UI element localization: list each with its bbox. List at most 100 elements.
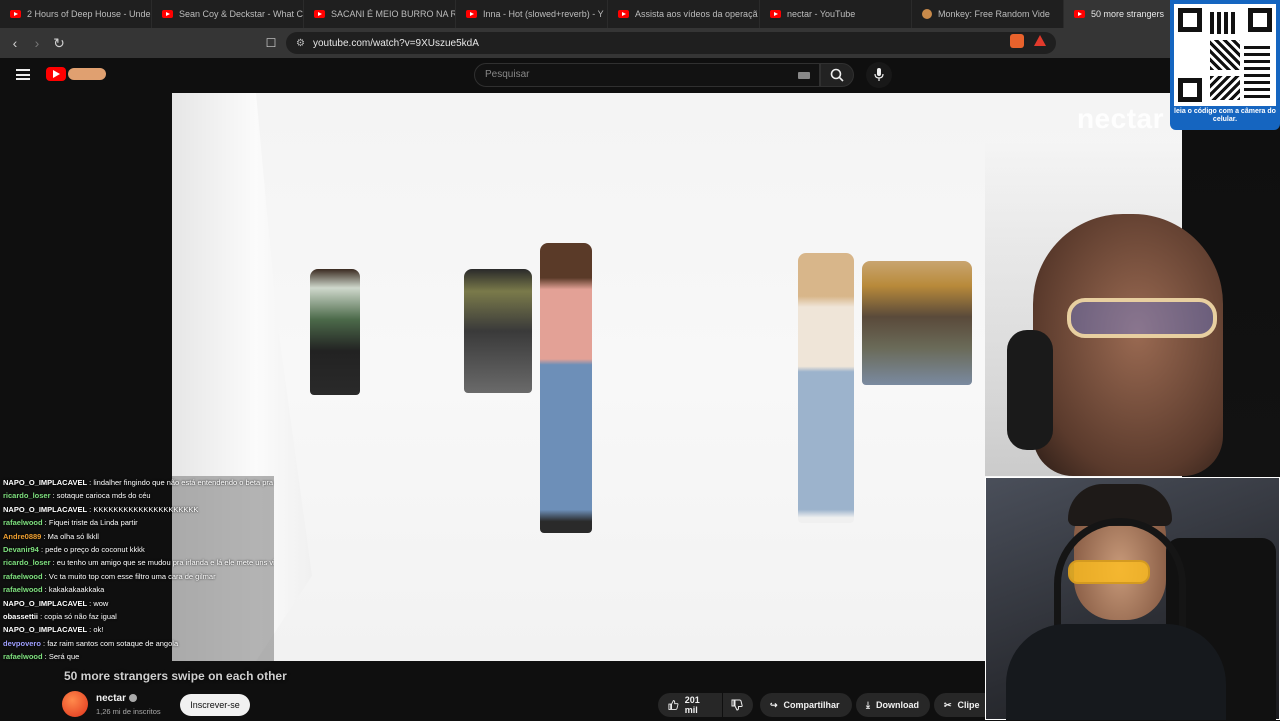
streamer-webcam-top	[985, 140, 1280, 476]
chat-message: rafaelwood : Será que	[0, 650, 274, 663]
chat-username[interactable]: NAPO_O_IMPLACAVEL	[3, 478, 87, 487]
brave-rewards-icon[interactable]	[1034, 35, 1046, 46]
chat-text: ok!	[93, 625, 104, 635]
video-subtitle: 50 more strangers swipe on each other	[64, 669, 287, 683]
chat-username[interactable]: rafaelwood	[3, 585, 43, 594]
tab-2[interactable]: Sean Coy & Deckstar - What C	[152, 0, 304, 28]
chat-username[interactable]: NAPO_O_IMPLACAVEL	[3, 505, 87, 514]
address-bar[interactable]: ⚙ youtube.com/watch?v=9XUszue5kdA	[286, 32, 1056, 54]
youtube-icon	[162, 10, 173, 18]
thumbs-up-icon	[668, 700, 679, 710]
chat-username[interactable]: ricardo_loser	[3, 491, 51, 500]
person-group-right	[862, 261, 972, 385]
like-count: 201 mil	[684, 695, 700, 715]
subscribe-button[interactable]: Inscrever-se	[180, 694, 250, 716]
tab-6[interactable]: nectar - YouTube	[760, 0, 912, 28]
video-actions-bar: nectar 1,26 mi de inscritos Inscrever-se…	[0, 688, 985, 720]
chat-overlay: NAPO_O_IMPLACAVEL : lindalher fingindo q…	[0, 476, 274, 686]
like-button[interactable]: 201 mil	[658, 693, 722, 717]
youtube-icon	[618, 10, 629, 18]
chat-text: Ma olha só lkkll	[47, 531, 99, 541]
menu-icon[interactable]	[16, 69, 30, 80]
channel-name[interactable]: nectar	[96, 693, 137, 704]
tab-3[interactable]: SACANI É MEIO BURRO NA RE	[304, 0, 456, 28]
chat-username[interactable]: Devanir94	[3, 545, 39, 554]
chat-message: obassettii : copia só não faz igual	[0, 610, 274, 623]
youtube-logo[interactable]	[46, 67, 66, 81]
qr-code-overlay[interactable]: leia o código com a câmera do celular.	[1170, 0, 1280, 130]
qr-code	[1174, 4, 1276, 106]
tab-5[interactable]: Assista aos vídeos da operaçã	[608, 0, 760, 28]
person-couple-left	[310, 269, 360, 395]
chat-message: NAPO_O_IMPLACAVEL : ok!	[0, 623, 274, 636]
tab-8-active[interactable]: 50 more strangers	[1064, 0, 1176, 28]
headset	[1007, 330, 1053, 450]
back-icon[interactable]: ‹	[4, 32, 26, 54]
verified-icon	[128, 694, 137, 703]
streamer-2-shirt	[1006, 624, 1226, 720]
chat-message: ricardo_loser : sotaque carioca mds do c…	[0, 489, 274, 502]
thumbs-down-icon	[731, 699, 743, 711]
chat-text: sotaque carioca mds do céu	[56, 491, 151, 501]
youtube-header: Pesquisar	[0, 58, 1280, 92]
chat-username[interactable]: Andre0889	[3, 532, 41, 541]
voice-search-button[interactable]	[866, 62, 892, 88]
channel-avatar[interactable]	[62, 691, 88, 717]
chat-text: kakakakaakkaka	[48, 585, 105, 595]
chat-username[interactable]: rafaelwood	[3, 572, 43, 581]
tab-7[interactable]: Monkey: Free Random Vide	[912, 0, 1064, 28]
search-button[interactable]	[820, 63, 854, 87]
video-watermark: nectar	[1076, 103, 1164, 134]
chat-username[interactable]: rafaelwood	[3, 518, 43, 527]
chat-username[interactable]: NAPO_O_IMPLACAVEL	[3, 599, 87, 608]
chat-message: rafaelwood : Fiquei triste da Linda part…	[0, 516, 274, 529]
chat-text: lindalher fingindo que não está entenden…	[93, 478, 274, 487]
bookmark-icon[interactable]: ☐	[260, 32, 282, 54]
chat-username[interactable]: devpovero	[3, 639, 41, 648]
share-button[interactable]: ↪ Compartilhar	[760, 693, 852, 717]
monkey-icon	[922, 9, 932, 19]
chat-message: Andre0889 : Ma olha só lkkll	[0, 530, 274, 543]
youtube-icon	[770, 10, 781, 18]
chat-message: NAPO_O_IMPLACAVEL : lindalher fingindo q…	[0, 476, 274, 489]
youtube-icon	[1074, 10, 1085, 18]
download-button[interactable]: ⤓ Download	[856, 693, 930, 717]
tab-1[interactable]: 2 Hours of Deep House - Unde	[0, 0, 152, 28]
streamer-webcam-bottom	[985, 477, 1280, 721]
brave-shield-icon[interactable]	[1010, 34, 1024, 48]
chat-message: rafaelwood : Vc ta muito top com esse fi…	[0, 570, 274, 583]
tab-strip: 2 Hours of Deep House - Unde Sean Coy & …	[0, 0, 1280, 28]
chat-username[interactable]: rafaelwood	[3, 652, 43, 661]
download-icon: ⤓	[866, 699, 870, 710]
browser-toolbar: ‹ › ↻ ☐ ⚙ youtube.com/watch?v=9XUszue5kd…	[0, 28, 1280, 58]
chat-username[interactable]: obassettii	[3, 612, 38, 621]
chat-username[interactable]: ricardo_loser	[3, 558, 51, 567]
person-woman-white-top	[798, 253, 854, 523]
chat-message: ricardo_loser : eu tenho um amigo que se…	[0, 556, 274, 569]
tab-4[interactable]: Inna - Hot (slowed+reverb) - Y	[456, 0, 608, 28]
microphone-icon	[874, 68, 884, 81]
chat-message: NAPO_O_IMPLACAVEL : wow	[0, 597, 274, 610]
chat-username[interactable]: NAPO_O_IMPLACAVEL	[3, 625, 87, 634]
chat-text: KKKKKKKKKKKKKKKKKKKKK	[93, 504, 199, 514]
keyboard-icon[interactable]	[798, 72, 810, 79]
forward-icon[interactable]: ›	[26, 32, 48, 54]
youtube-icon	[466, 10, 477, 18]
youtube-icon	[10, 10, 21, 18]
dislike-button[interactable]	[723, 693, 753, 717]
scissors-icon: ✂	[944, 699, 952, 710]
chat-text: faz raim santos com sotaque de angola	[47, 638, 179, 648]
person-man-pink-shirt	[540, 243, 592, 533]
subscriber-count: 1,26 mi de inscritos	[96, 707, 161, 716]
search-input[interactable]: Pesquisar	[474, 63, 820, 87]
doodle-icon	[68, 68, 106, 80]
url-text: youtube.com/watch?v=9XUszue5kdA	[312, 37, 479, 49]
qr-caption: leia o código com a câmera do celular.	[1174, 108, 1276, 123]
clip-button[interactable]: ✂ Clipe	[934, 693, 985, 717]
search-icon	[830, 68, 844, 82]
streamer-face	[1033, 214, 1223, 476]
glasses	[1067, 298, 1217, 338]
site-info-icon[interactable]: ⚙	[296, 38, 305, 49]
reload-icon[interactable]: ↻	[48, 32, 70, 54]
share-icon: ↪	[770, 699, 778, 710]
